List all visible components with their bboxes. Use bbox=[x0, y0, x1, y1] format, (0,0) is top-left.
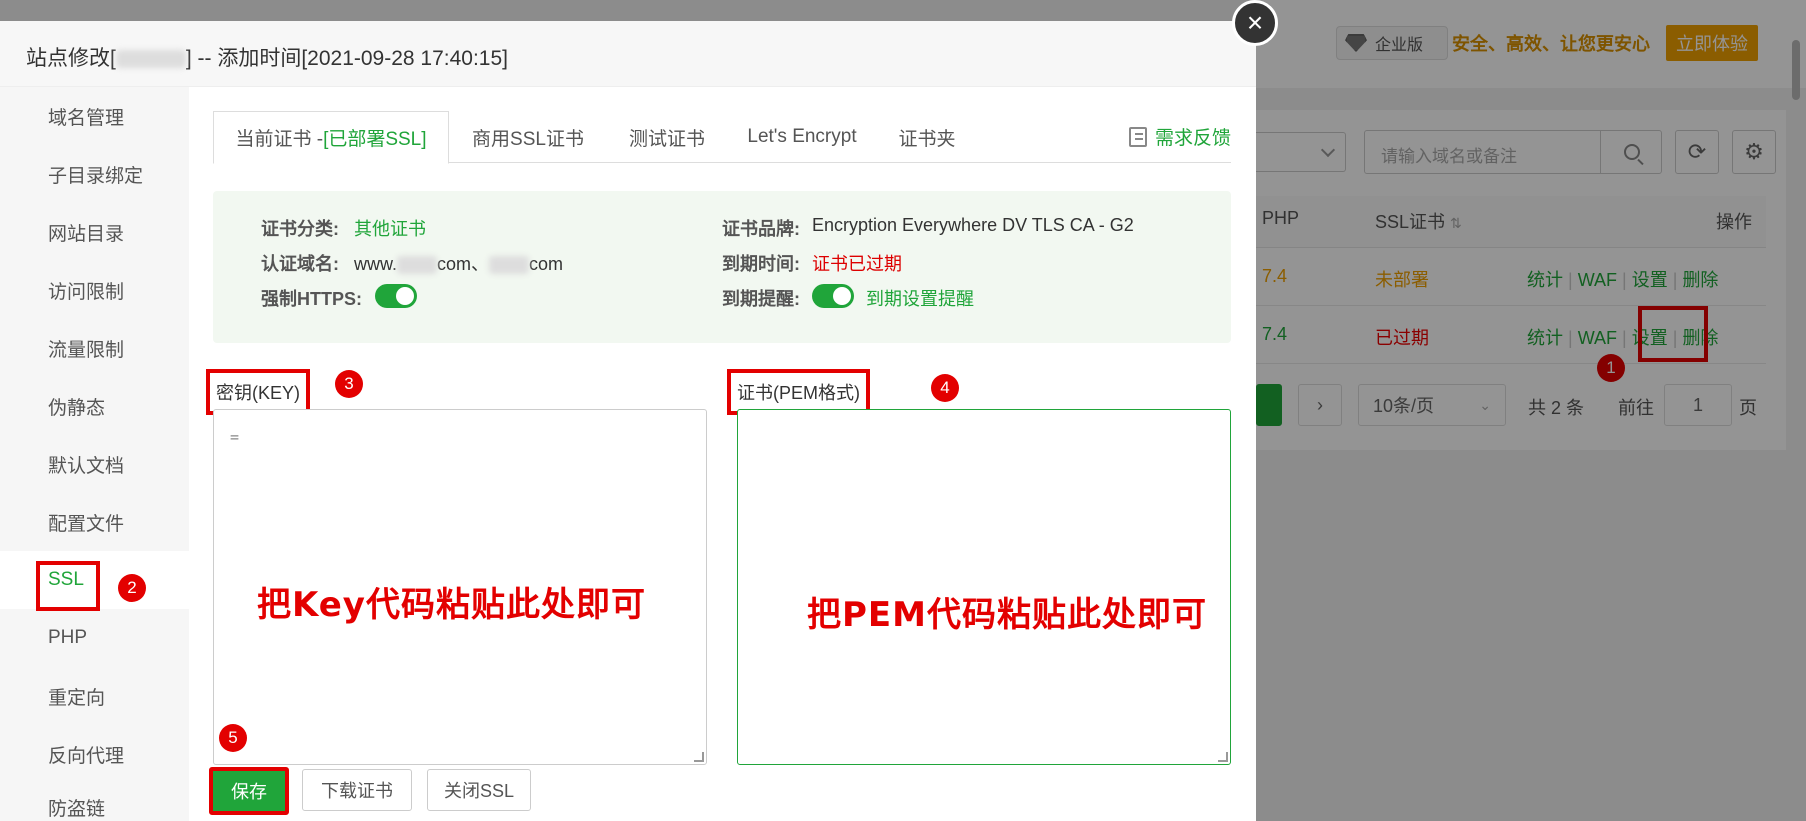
cert-info-box: 证书分类: 其他证书 认证域名: www. com、 com 强制HTTPS: 证书… bbox=[213, 191, 1231, 343]
ssl-tabs: 当前证书 - [已部署SSL] 商用SSL证书 测试证书 Let's Encry… bbox=[213, 111, 1231, 164]
tab-cert-folder[interactable]: 证书夹 bbox=[877, 111, 977, 163]
annotation-marker-4: 4 bbox=[931, 374, 959, 402]
save-button[interactable]: 保存 bbox=[209, 767, 289, 815]
sidebar-item-domain[interactable]: 域名管理 bbox=[0, 87, 189, 145]
cert-brand-label: 证书品牌: bbox=[722, 219, 800, 239]
cert-domain-label: 认证域名: bbox=[261, 254, 339, 274]
expiry-time-label: 到期时间: bbox=[722, 254, 800, 274]
key-content: = bbox=[230, 428, 240, 446]
close-icon[interactable]: × bbox=[1232, 0, 1278, 46]
modal-header: 站点修改[ ] -- 添加时间[2021-09-28 17:40:15] bbox=[0, 21, 1256, 87]
edit-icon bbox=[1128, 126, 1147, 147]
sidebar-item-sitedir[interactable]: 网站目录 bbox=[0, 203, 189, 261]
expiry-reminder-toggle[interactable] bbox=[812, 284, 854, 308]
cert-category-value: 其他证书 bbox=[354, 219, 426, 239]
annotation-marker-5: 5 bbox=[219, 724, 247, 752]
annotation-marker-3: 3 bbox=[335, 370, 363, 398]
expiry-time-value: 证书已过期 bbox=[812, 254, 902, 274]
close-ssl-button[interactable]: 关闭SSL bbox=[427, 769, 531, 811]
resize-handle-icon[interactable] bbox=[694, 752, 704, 762]
cert-domain-value: www. com、 com bbox=[354, 254, 564, 275]
modal-title-suffix: ] -- 添加时间[2021-09-28 17:40:15] bbox=[185, 47, 509, 70]
feedback-link[interactable]: 需求反馈 bbox=[1128, 123, 1231, 150]
sidebar-item-hotlink[interactable]: 防盗链 bbox=[0, 783, 189, 821]
expiry-reminder-link[interactable]: 到期设置提醒 bbox=[866, 285, 974, 311]
expiry-reminder-label: 到期提醒: bbox=[722, 289, 800, 309]
key-paste-hint: 把Key代码粘贴此处即可 bbox=[257, 585, 646, 625]
ssl-content: 当前证书 - [已部署SSL] 商用SSL证书 测试证书 Let's Encry… bbox=[189, 87, 1256, 821]
tab-test-cert[interactable]: 测试证书 bbox=[607, 111, 727, 163]
download-cert-button[interactable]: 下载证书 bbox=[302, 769, 412, 811]
cert-paste-hint: 把PEM代码粘贴此处即可 bbox=[807, 595, 1207, 635]
sidebar-item-default-doc[interactable]: 默认文档 bbox=[0, 435, 189, 493]
modal-title-prefix: 站点修改[ bbox=[26, 47, 116, 70]
sidebar-item-php[interactable]: PHP bbox=[0, 609, 189, 667]
tab-lets-encrypt[interactable]: Let's Encrypt bbox=[727, 111, 877, 163]
resize-handle-icon[interactable] bbox=[1218, 752, 1228, 762]
sidebar-item-rewrite[interactable]: 伪静态 bbox=[0, 377, 189, 435]
force-https-toggle[interactable] bbox=[375, 284, 417, 308]
tab-current-cert[interactable]: 当前证书 - [已部署SSL] bbox=[213, 111, 449, 164]
redacted-domain bbox=[115, 50, 186, 69]
force-https-label: 强制HTTPS: bbox=[261, 289, 362, 309]
cert-brand-value: Encryption Everywhere DV TLS CA - G2 bbox=[812, 215, 1134, 235]
modal-sidebar: 域名管理 子目录绑定 网站目录 访问限制 流量限制 伪静态 默认文档 配置文件 … bbox=[0, 87, 189, 821]
cert-category-label: 证书分类: bbox=[261, 219, 339, 239]
ssl-deployed-status: [已部署SSL] bbox=[323, 129, 427, 150]
tab-commercial-ssl[interactable]: 商用SSL证书 bbox=[449, 111, 607, 163]
annotation-marker-2: 2 bbox=[118, 574, 146, 602]
sidebar-item-config[interactable]: 配置文件 bbox=[0, 493, 189, 551]
sidebar-item-proxy[interactable]: 反向代理 bbox=[0, 725, 189, 783]
sidebar-item-traffic[interactable]: 流量限制 bbox=[0, 319, 189, 377]
annotation-box-ssl bbox=[36, 561, 100, 611]
sidebar-item-subdir[interactable]: 子目录绑定 bbox=[0, 145, 189, 203]
sidebar-item-access[interactable]: 访问限制 bbox=[0, 261, 189, 319]
site-edit-modal: 站点修改[ ] -- 添加时间[2021-09-28 17:40:15] 域名管理… bbox=[0, 21, 1256, 821]
sidebar-item-redirect[interactable]: 重定向 bbox=[0, 667, 189, 725]
